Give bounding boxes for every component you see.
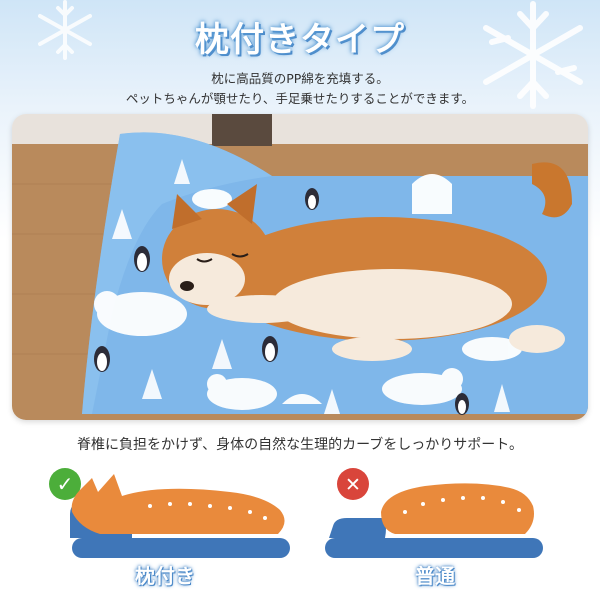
- description-text: 脊椎に負担をかけず、身体の自然な生理的カーブをしっかりサポート。: [77, 437, 523, 453]
- check-mark: ✓: [57, 472, 74, 496]
- regular-label: 普通: [415, 564, 455, 588]
- subtitle-line: 枕に高品質のPP綿を充填する。: [211, 71, 389, 86]
- cross-mark: ✕: [345, 474, 361, 496]
- subtitle-line: ペットちゃんが顎せたり、手足乗せたりすることができます。: [125, 91, 475, 106]
- with-pillow-label: 枕付き: [135, 564, 195, 588]
- product-photo: [12, 114, 588, 420]
- page-title: 枕付きタイプ: [195, 20, 405, 60]
